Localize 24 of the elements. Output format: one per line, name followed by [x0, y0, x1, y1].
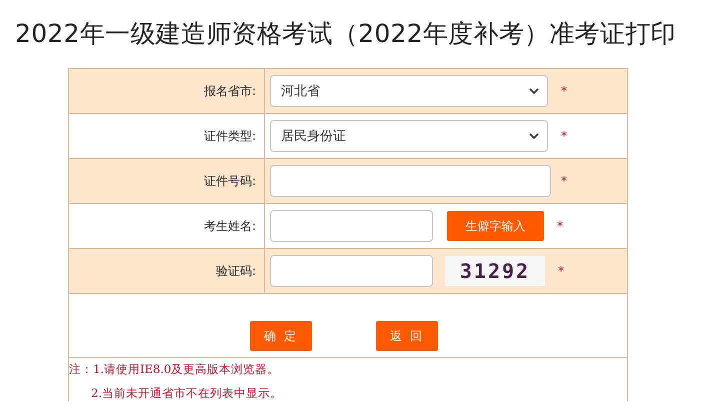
- rare-character-button[interactable]: 生僻字输入: [447, 211, 544, 241]
- note-text: 2.当前未开通省市不在列表中显示。: [91, 386, 283, 401]
- dropdown-field[interactable]: 河北省: [270, 75, 548, 107]
- confirm-button[interactable]: 确 定: [250, 321, 312, 351]
- required-mark: *: [561, 174, 567, 188]
- back-button[interactable]: 返 回: [376, 321, 438, 351]
- field-label: 验证码:: [216, 262, 256, 280]
- captcha-image: 31292: [445, 256, 545, 286]
- field-label: 证件号码:: [204, 172, 256, 190]
- required-mark: *: [558, 264, 564, 278]
- note-text: 注：1.请使用IE8.0及更高版本浏览器。: [69, 362, 280, 377]
- field-label: 报名省市:: [204, 82, 256, 100]
- required-mark: *: [557, 219, 563, 233]
- required-mark: *: [561, 129, 567, 143]
- required-mark: *: [561, 84, 567, 98]
- page-title: 2022年一级建造师资格考试（2022年度补考）准考证打印: [15, 18, 677, 50]
- dropdown-field[interactable]: 居民身份证: [270, 120, 548, 152]
- input-field[interactable]: [270, 210, 433, 242]
- chevron-down-icon: [529, 133, 539, 139]
- field-label: 考生姓名:: [204, 218, 256, 234]
- input-field[interactable]: [270, 165, 551, 197]
- field-label: 证件类型:: [204, 128, 256, 144]
- input-field[interactable]: [270, 255, 433, 287]
- chevron-down-icon: [529, 88, 539, 94]
